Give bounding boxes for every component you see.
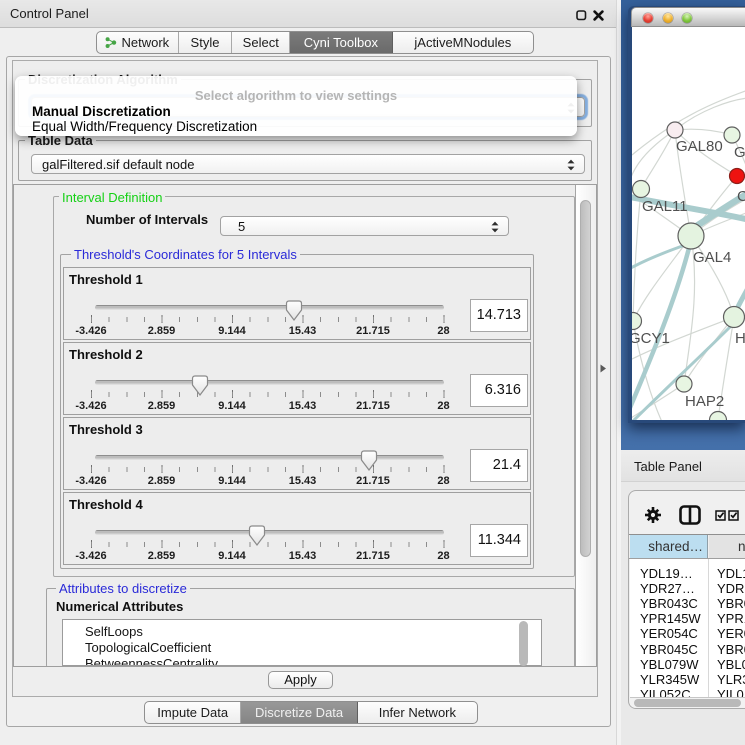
svg-text:GA: GA [734, 144, 745, 161]
svg-text:GAL80: GAL80 [676, 138, 723, 155]
svg-text:C: C [737, 188, 745, 205]
svg-text:H: H [735, 330, 745, 347]
svg-text:HAP2: HAP2 [685, 393, 724, 410]
svg-text:GAL11: GAL11 [642, 198, 688, 215]
svg-text:GCY1: GCY1 [632, 330, 670, 347]
svg-text:GAL4: GAL4 [693, 249, 731, 266]
